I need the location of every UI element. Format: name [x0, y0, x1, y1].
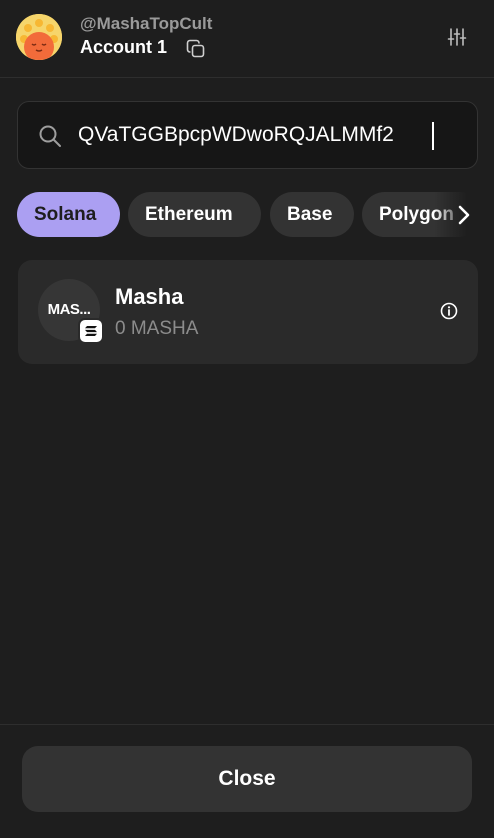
account-handle: @MashaTopCult	[80, 14, 213, 33]
search-input[interactable]	[78, 102, 474, 168]
sliders-icon[interactable]	[444, 24, 470, 50]
network-chip-solana[interactable]: Solana	[17, 192, 120, 237]
info-icon[interactable]	[439, 301, 459, 321]
network-filter: Solana Ethereum Base Polygon	[17, 192, 494, 238]
text-caret	[432, 122, 434, 150]
header: @MashaTopCult Account 1	[0, 0, 494, 78]
token-name: Masha	[115, 284, 184, 309]
token-balance: 0 MASHA	[115, 318, 199, 339]
search-icon	[38, 124, 62, 148]
solana-icon	[78, 318, 104, 344]
chevron-right-icon[interactable]	[452, 202, 476, 228]
copy-icon[interactable]	[186, 39, 206, 59]
smiling-sun-avatar-icon	[16, 14, 62, 60]
network-chip-ethereum[interactable]: Ethereum	[128, 192, 261, 237]
avatar[interactable]	[16, 14, 62, 60]
account-name[interactable]: Account 1	[80, 37, 167, 58]
footer: Close	[0, 724, 494, 838]
token-row[interactable]: MAS... Masha 0 MASHA	[18, 260, 478, 364]
network-chip-base[interactable]: Base	[270, 192, 354, 237]
search-box[interactable]	[17, 101, 478, 169]
close-button[interactable]: Close	[22, 746, 472, 812]
